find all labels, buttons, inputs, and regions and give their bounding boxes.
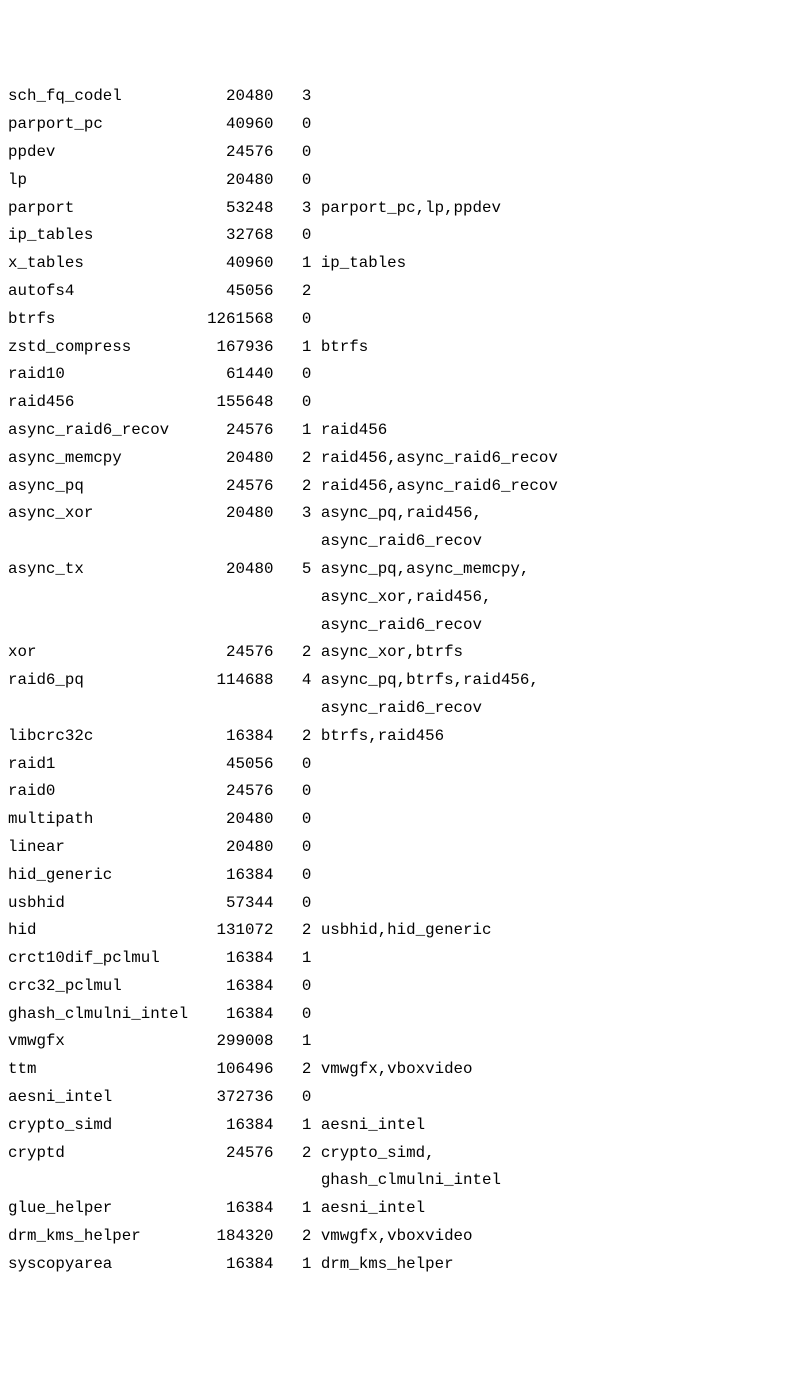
module-row-continuation: async_xor,raid456,	[8, 584, 791, 612]
module-row: raid10 61440 0	[8, 361, 791, 389]
module-row: lp 20480 0	[8, 167, 791, 195]
module-row: raid0 24576 0	[8, 778, 791, 806]
module-row: raid1 45056 0	[8, 751, 791, 779]
module-row: hid_generic 16384 0	[8, 862, 791, 890]
module-row: ppdev 24576 0	[8, 139, 791, 167]
module-row: btrfs 1261568 0	[8, 306, 791, 334]
module-row: syscopyarea 16384 1 drm_kms_helper	[8, 1251, 791, 1279]
module-row: async_raid6_recov 24576 1 raid456	[8, 417, 791, 445]
module-row: async_tx 20480 5 async_pq,async_memcpy,	[8, 556, 791, 584]
module-row-continuation: async_raid6_recov	[8, 695, 791, 723]
module-row: crc32_pclmul 16384 0	[8, 973, 791, 1001]
module-row: sch_fq_codel 20480 3	[8, 83, 791, 111]
module-row: usbhid 57344 0	[8, 890, 791, 918]
module-row: zstd_compress 167936 1 btrfs	[8, 334, 791, 362]
module-row: crypto_simd 16384 1 aesni_intel	[8, 1112, 791, 1140]
module-row: hid 131072 2 usbhid,hid_generic	[8, 917, 791, 945]
module-row: libcrc32c 16384 2 btrfs,raid456	[8, 723, 791, 751]
module-row: x_tables 40960 1 ip_tables	[8, 250, 791, 278]
module-row: ghash_clmulni_intel 16384 0	[8, 1001, 791, 1029]
module-row: async_xor 20480 3 async_pq,raid456,	[8, 500, 791, 528]
module-row: parport_pc 40960 0	[8, 111, 791, 139]
module-row: linear 20480 0	[8, 834, 791, 862]
module-row: raid6_pq 114688 4 async_pq,btrfs,raid456…	[8, 667, 791, 695]
module-row: multipath 20480 0	[8, 806, 791, 834]
module-row: cryptd 24576 2 crypto_simd,	[8, 1140, 791, 1168]
module-row: xor 24576 2 async_xor,btrfs	[8, 639, 791, 667]
module-row: ip_tables 32768 0	[8, 222, 791, 250]
module-row-continuation: async_raid6_recov	[8, 528, 791, 556]
module-row: crct10dif_pclmul 16384 1	[8, 945, 791, 973]
module-row: parport 53248 3 parport_pc,lp,ppdev	[8, 195, 791, 223]
module-row: raid456 155648 0	[8, 389, 791, 417]
module-row-continuation: ghash_clmulni_intel	[8, 1167, 791, 1195]
module-row: async_memcpy 20480 2 raid456,async_raid6…	[8, 445, 791, 473]
module-row: glue_helper 16384 1 aesni_intel	[8, 1195, 791, 1223]
module-row-continuation: async_raid6_recov	[8, 612, 791, 640]
module-row: vmwgfx 299008 1	[8, 1028, 791, 1056]
module-row: aesni_intel 372736 0	[8, 1084, 791, 1112]
lsmod-output: sch_fq_codel 20480 3parport_pc 40960 0pp…	[8, 83, 791, 1278]
module-row: autofs4 45056 2	[8, 278, 791, 306]
module-row: async_pq 24576 2 raid456,async_raid6_rec…	[8, 473, 791, 501]
module-row: ttm 106496 2 vmwgfx,vboxvideo	[8, 1056, 791, 1084]
